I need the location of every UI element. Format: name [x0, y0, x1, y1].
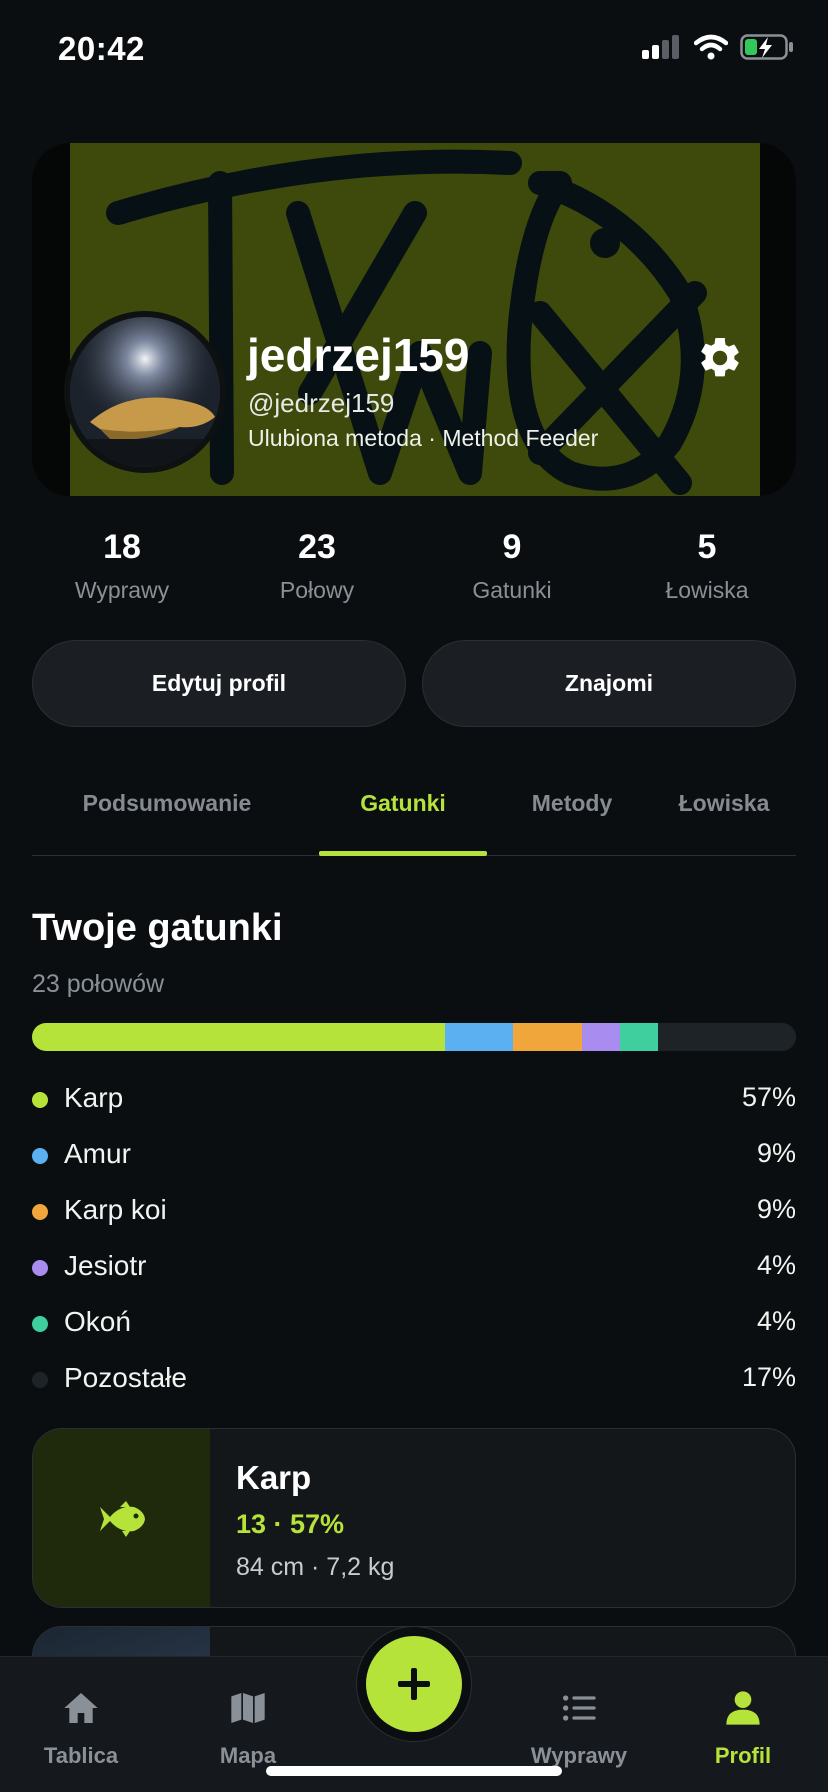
section-subtitle: 23 połowów: [32, 970, 165, 998]
legend-species-percent: 4%: [756, 1250, 796, 1280]
legend-dot: [32, 1204, 48, 1220]
tab-methods[interactable]: Metody: [502, 790, 642, 817]
distribution-segment: [582, 1023, 621, 1051]
legend-dot: [32, 1092, 48, 1108]
status-time: 20:42: [58, 30, 145, 67]
legend-species-name: Pozostałe: [64, 1362, 187, 1393]
legend-species-name: Amur: [64, 1138, 131, 1169]
nav-wyprawy[interactable]: Wyprawy: [504, 1687, 654, 1769]
stat-trips[interactable]: 18 Wyprawy: [32, 528, 212, 604]
nav-tablica[interactable]: Tablica: [6, 1687, 156, 1769]
add-catch-button[interactable]: [366, 1636, 462, 1732]
nav-mapa[interactable]: Mapa: [173, 1687, 323, 1769]
status-icons: [642, 34, 794, 60]
map-icon: [231, 1693, 265, 1723]
legend-species-percent: 9%: [756, 1138, 796, 1168]
stat-species[interactable]: 9 Gatunki: [422, 528, 602, 604]
person-icon: [726, 1691, 760, 1725]
stat-label: Wyprawy: [74, 577, 170, 603]
distribution-segment: [444, 1023, 514, 1051]
legend-row[interactable]: Pozostałe 17%: [32, 1352, 796, 1408]
wifi-icon: [694, 34, 728, 60]
profile-tabs: Podsumowanie Gatunki Metody Łowiska: [32, 760, 796, 856]
legend-row[interactable]: Karp 57%: [32, 1072, 796, 1128]
stat-fisheries[interactable]: 5 Łowiska: [617, 528, 797, 604]
distribution-segment: [513, 1023, 583, 1051]
stat-value: 9: [502, 528, 522, 566]
stat-label: Łowiska: [665, 577, 749, 603]
species-card[interactable]: Karp 13 · 57% 84 cm · 7,2 kg: [32, 1428, 796, 1608]
status-bar: 20:42: [0, 0, 828, 100]
legend-row[interactable]: Karp koi 9%: [32, 1184, 796, 1240]
distribution-segment: [620, 1023, 659, 1051]
legend-species-percent: 57%: [741, 1082, 796, 1112]
legend-species-name: Karp: [64, 1082, 124, 1113]
battery-charging-icon: [740, 34, 793, 60]
legend-dot: [32, 1372, 48, 1388]
nav-label: Tablica: [43, 1743, 119, 1768]
species-legend: Karp 57% Amur 9% Karp koi 9% Jesiotr 4% Okoń 4% Po…: [32, 1072, 796, 1408]
friends-button[interactable]: Znajomi: [422, 640, 796, 727]
legend-species-percent: 17%: [741, 1362, 796, 1392]
profile-stats: 18 Wyprawy 23 Połowy 9 Gatunki 5 Łowiska: [32, 528, 796, 608]
profile-name: jedrzej159: [247, 329, 470, 381]
species-distribution-bar: [32, 1023, 796, 1051]
legend-dot: [32, 1148, 48, 1164]
favorite-method: Ulubiona metoda · Method Feeder: [248, 425, 599, 451]
legend-row[interactable]: Amur 9%: [32, 1128, 796, 1184]
plus-icon: [398, 1668, 430, 1700]
nav-profil[interactable]: Profil: [668, 1687, 818, 1769]
stat-label: Połowy: [279, 577, 355, 603]
nav-label: Profil: [714, 1743, 772, 1768]
legend-row[interactable]: Jesiotr 4%: [32, 1240, 796, 1296]
legend-species-percent: 9%: [756, 1194, 796, 1224]
tab-summary[interactable]: Podsumowanie: [62, 790, 272, 817]
stat-label: Gatunki: [472, 577, 552, 603]
fish-icon: [99, 1501, 145, 1537]
stat-catches[interactable]: 23 Połowy: [227, 528, 407, 604]
list-icon: [563, 1695, 596, 1721]
gear-icon: [701, 337, 739, 377]
tab-fisheries[interactable]: Łowiska: [652, 790, 796, 817]
species-card-count: 13 · 57%: [236, 1509, 345, 1539]
distribution-segment: [658, 1023, 796, 1051]
legend-species-name: Karp koi: [64, 1194, 167, 1225]
avatar[interactable]: [64, 311, 226, 473]
species-card-name: Karp: [236, 1459, 312, 1496]
species-thumb: [33, 1429, 210, 1607]
legend-species-percent: 4%: [756, 1306, 796, 1336]
signal-icon: [642, 35, 679, 59]
distribution-segment: [32, 1023, 445, 1051]
legend-dot: [32, 1260, 48, 1276]
settings-button[interactable]: [696, 334, 744, 382]
legend-species-name: Okoń: [64, 1306, 131, 1337]
stat-value: 5: [697, 528, 717, 566]
profile-handle: @jedrzej159: [248, 388, 395, 418]
edit-profile-button[interactable]: Edytuj profil: [32, 640, 406, 727]
stat-value: 18: [103, 528, 141, 566]
active-tab-indicator: [319, 851, 487, 856]
tab-species[interactable]: Gatunki: [319, 790, 487, 817]
home-icon: [64, 1693, 98, 1723]
species-card-record: 84 cm · 7,2 kg: [236, 1553, 395, 1581]
section-title: Twoje gatunki: [32, 907, 283, 949]
legend-species-name: Jesiotr: [64, 1250, 147, 1281]
legend-row[interactable]: Okoń 4%: [32, 1296, 796, 1352]
home-indicator: [266, 1766, 562, 1776]
stat-value: 23: [298, 528, 336, 566]
legend-dot: [32, 1316, 48, 1332]
